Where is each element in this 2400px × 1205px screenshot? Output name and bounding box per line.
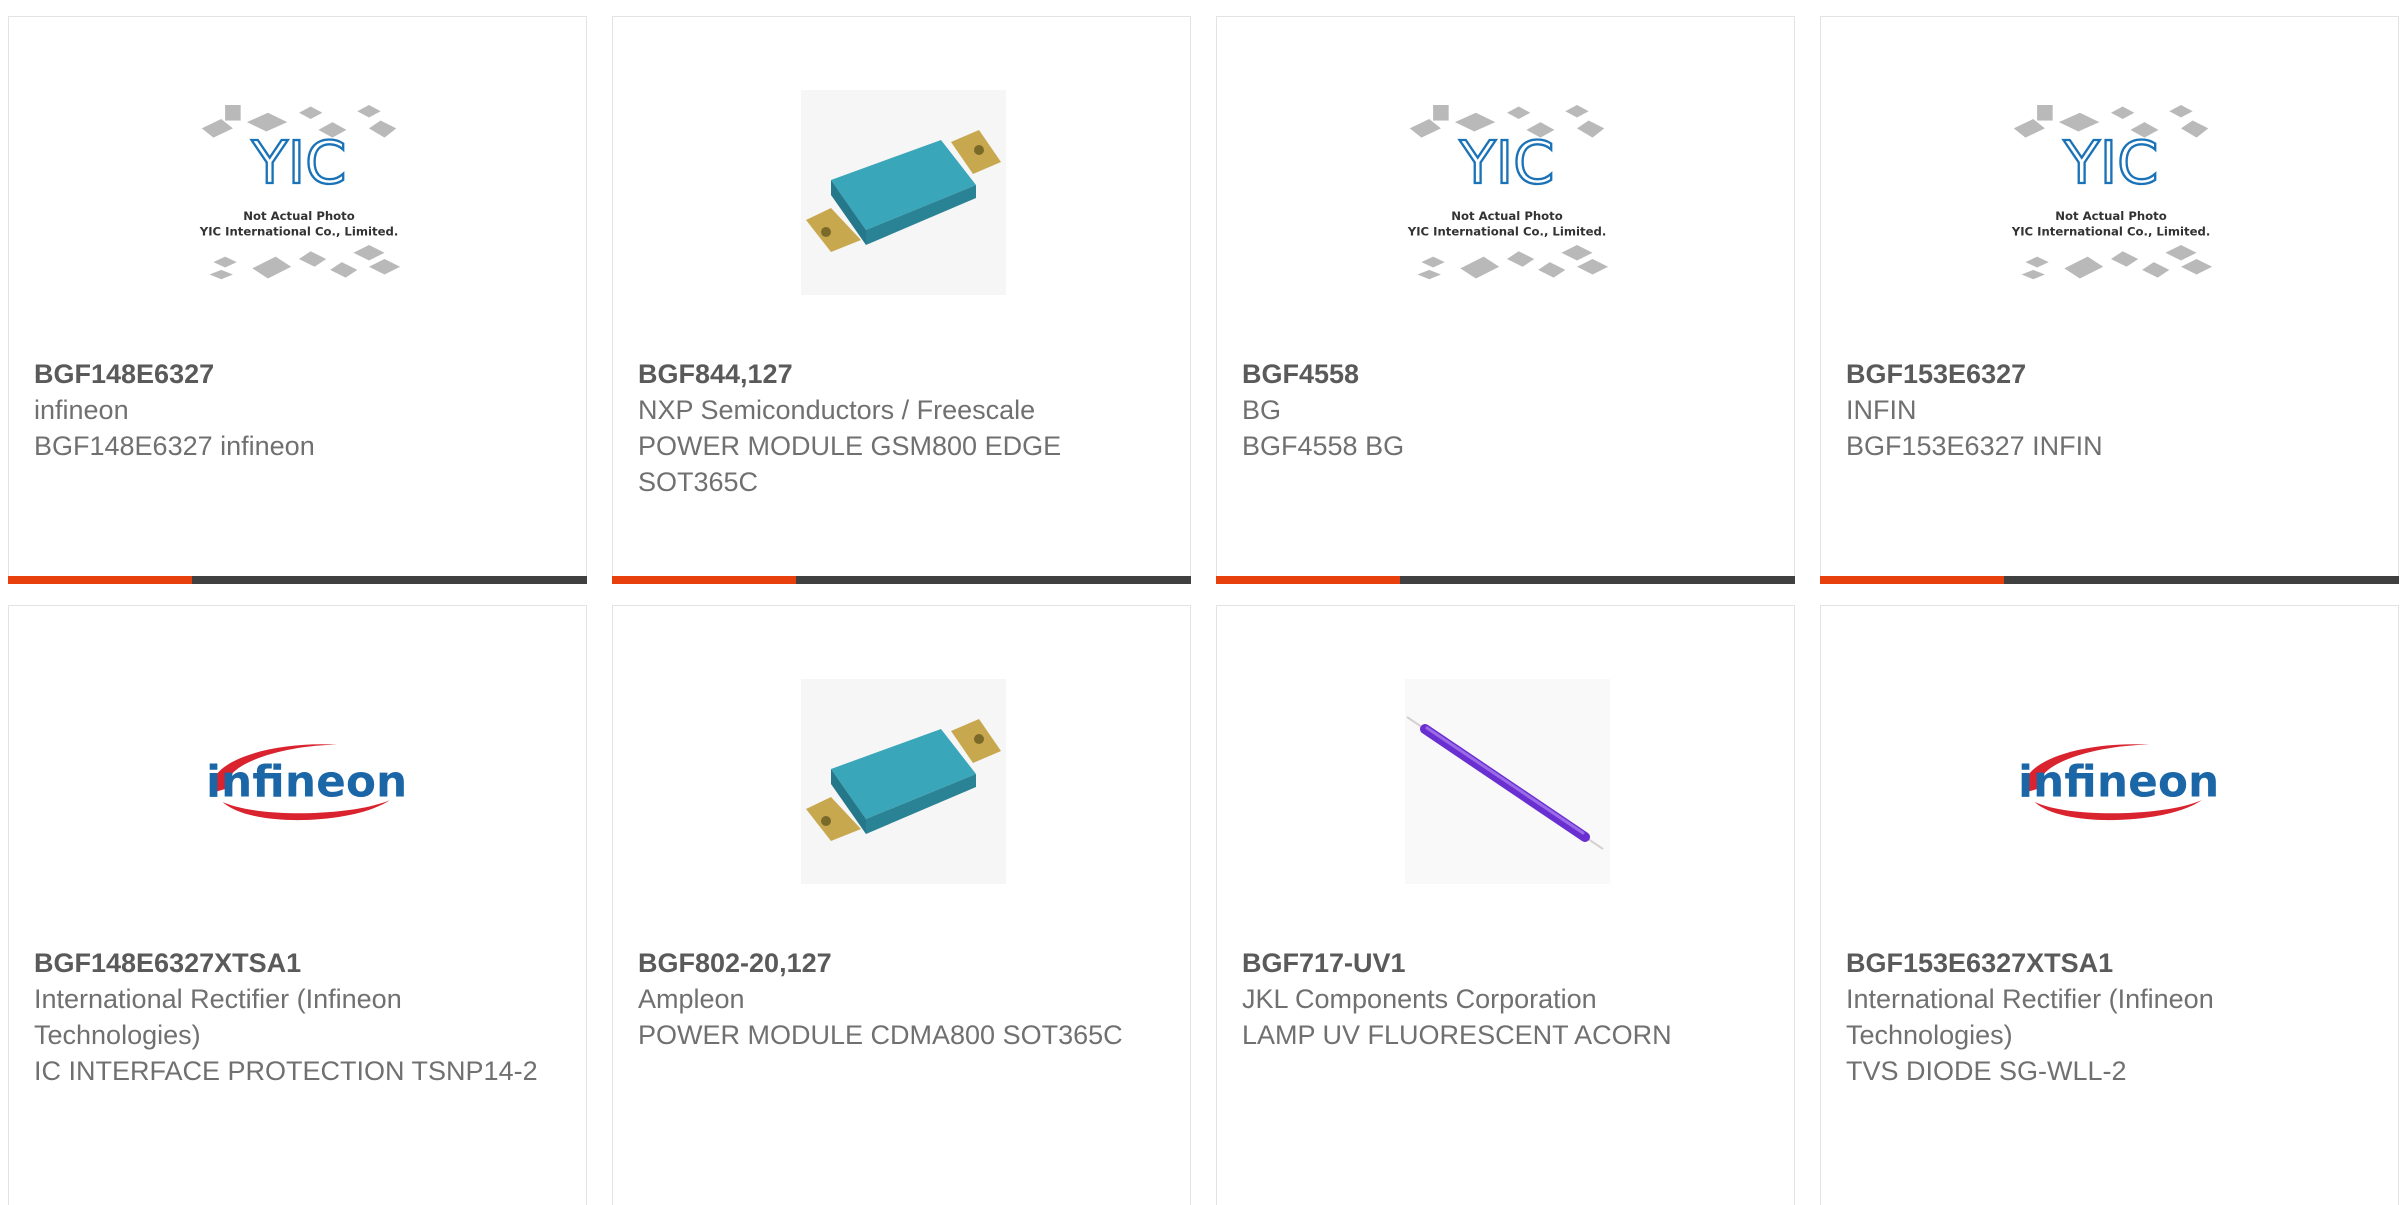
description: LAMP UV FLUORESCENT ACORN [1242,1020,1672,1050]
description: IC INTERFACE PROTECTION TSNP14-2 [34,1056,538,1086]
card-accent-bar [612,576,1191,584]
power-module-photo [800,678,1006,884]
uv-lamp-photo [1404,678,1610,884]
description: BGF153E6327 INFIN [1846,431,2103,461]
part-number[interactable]: BGF153E6327 [1846,356,2378,392]
manufacturer: INFIN [1846,395,1917,425]
yic-placeholder-image: YIC Not Actual Photo YIC International C… [1407,104,1609,279]
product-image[interactable]: YIC Not Actual Photo YIC International C… [1402,87,1612,297]
part-number[interactable]: BGF148E6327 [34,356,566,392]
yic-placeholder-image: YIC Not Actual Photo YIC International C… [2011,104,2213,279]
product-info: BGF148E6327XTSA1 International Rectifier… [34,945,566,1089]
svg-text:YIC International Co., Limited: YIC International Co., Limited. [199,224,399,238]
description: POWER MODULE GSM800 EDGE SOT365C [638,431,1062,497]
svg-text:Not Actual Photo: Not Actual Photo [1451,209,1563,223]
part-number[interactable]: BGF4558 [1242,356,1774,392]
part-number[interactable]: BGF148E6327XTSA1 [34,945,566,981]
card-accent-bar [8,576,587,584]
svg-text:YIC International Co., Limited: YIC International Co., Limited. [2011,224,2211,238]
product-card[interactable]: BGF717-UV1 JKL Components Corporation LA… [1216,605,1795,1205]
product-image[interactable] [798,87,1008,297]
manufacturer: NXP Semiconductors / Freescale [638,395,1036,425]
svg-text:infineon: infineon [206,756,404,807]
product-card[interactable]: BGF844,127 NXP Semiconductors / Freescal… [612,16,1191,584]
description: BGF148E6327 infineon [34,431,315,461]
manufacturer: Ampleon [638,984,745,1014]
product-card[interactable]: YIC Not Actual Photo YIC International C… [8,16,587,584]
product-card[interactable]: YIC Not Actual Photo YIC International C… [1216,16,1795,584]
product-image[interactable] [1402,676,1612,886]
product-card[interactable]: BGF802-20,127 Ampleon POWER MODULE CDMA8… [612,605,1191,1205]
description: BGF4558 BG [1242,431,1405,461]
manufacturer: BG [1242,395,1282,425]
description: POWER MODULE CDMA800 SOT365C [638,1020,1123,1050]
product-info: BGF802-20,127 Ampleon POWER MODULE CDMA8… [638,945,1170,1053]
infineon-logo-image: infineon [206,744,404,821]
product-card[interactable]: YIC Not Actual Photo YIC International C… [1820,16,2399,584]
product-image[interactable]: YIC Not Actual Photo YIC International C… [194,87,404,297]
product-image[interactable]: infineon [194,676,404,886]
product-image[interactable] [798,676,1008,886]
manufacturer: infineon [34,395,129,425]
card-accent-bar [1820,576,2399,584]
svg-text:YIC: YIC [251,127,347,196]
product-info: BGF4558 BG BGF4558 BG [1242,356,1774,464]
manufacturer: International Rectifier (Infineon Techno… [1846,984,2214,1050]
product-image[interactable]: YIC Not Actual Photo YIC International C… [2006,87,2216,297]
product-info: BGF717-UV1 JKL Components Corporation LA… [1242,945,1774,1053]
power-module-photo [800,89,1006,295]
product-info: BGF844,127 NXP Semiconductors / Freescal… [638,356,1170,500]
part-number[interactable]: BGF844,127 [638,356,1170,392]
manufacturer: JKL Components Corporation [1242,984,1597,1014]
product-info: BGF153E6327XTSA1 International Rectifier… [1846,945,2378,1089]
svg-text:infineon: infineon [2018,756,2216,807]
product-card[interactable]: infineon BGF153E6327XTSA1 International … [1820,605,2399,1205]
yic-placeholder-image: YIC Not Actual Photo YIC International C… [199,104,401,279]
part-number[interactable]: BGF802-20,127 [638,945,1170,981]
part-number[interactable]: BGF153E6327XTSA1 [1846,945,2378,981]
product-image[interactable]: infineon [2006,676,2216,886]
part-number[interactable]: BGF717-UV1 [1242,945,1774,981]
product-grid: YIC Not Actual Photo YIC International C… [8,16,2399,1205]
manufacturer: International Rectifier (Infineon Techno… [34,984,402,1050]
svg-text:Not Actual Photo: Not Actual Photo [243,209,355,223]
product-info: BGF148E6327 infineon BGF148E6327 infineo… [34,356,566,464]
product-card[interactable]: infineon BGF148E6327XTSA1 International … [8,605,587,1205]
infineon-logo-image: infineon [2018,744,2216,821]
svg-text:Not Actual Photo: Not Actual Photo [2055,209,2167,223]
svg-text:YIC: YIC [2063,127,2159,196]
svg-text:YIC International Co., Limited: YIC International Co., Limited. [1407,224,1607,238]
description: TVS DIODE SG-WLL-2 [1846,1056,2127,1086]
product-info: BGF153E6327 INFIN BGF153E6327 INFIN [1846,356,2378,464]
svg-text:YIC: YIC [1459,127,1555,196]
card-accent-bar [1216,576,1795,584]
